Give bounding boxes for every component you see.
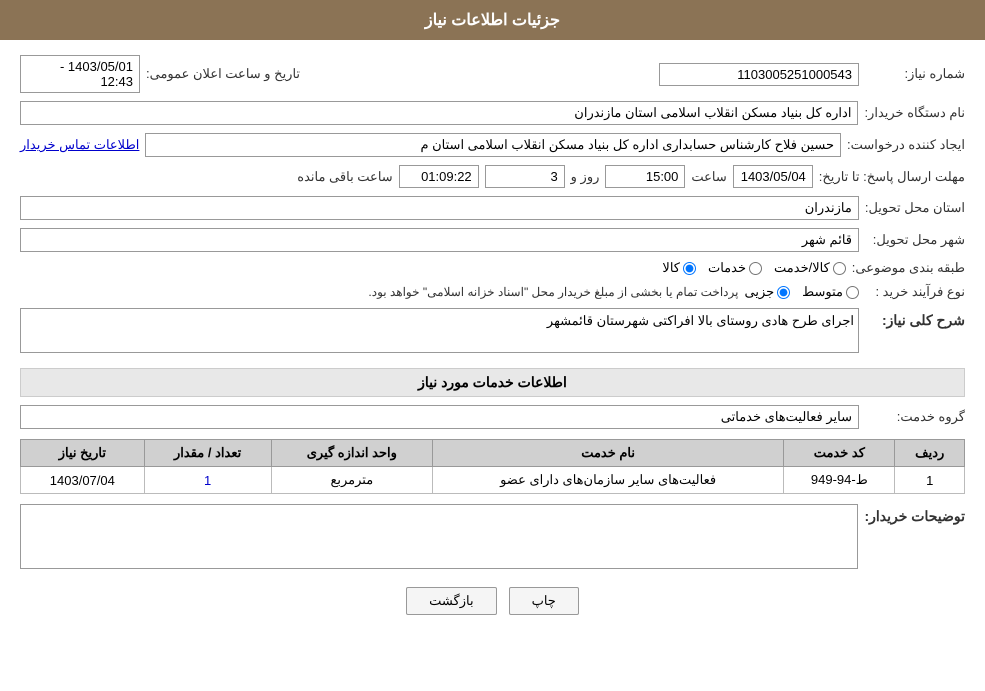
mohlat-rooz-value: 3 bbox=[485, 165, 565, 188]
mohlat-saat-value: 15:00 bbox=[605, 165, 685, 188]
col-kod: کد خدمت bbox=[784, 440, 895, 467]
radio-motevaset-input[interactable] bbox=[846, 286, 859, 299]
radio-motevaset[interactable]: متوسط bbox=[802, 284, 859, 300]
mohlat-saat-label: ساعت bbox=[691, 169, 726, 185]
nam-dastgah-label: نام دستگاه خریدار: bbox=[864, 105, 965, 121]
ostan-value: مازندران bbox=[20, 196, 859, 220]
radio-kala-label: کالا bbox=[662, 260, 680, 276]
row-mohlat: مهلت ارسال پاسخ: تا تاریخ: 1403/05/04 سا… bbox=[20, 165, 965, 188]
mohlat-baqi-label: ساعت باقی مانده bbox=[297, 169, 392, 185]
col-tedad: تعداد / مقدار bbox=[144, 440, 271, 467]
radio-kala-khadamat[interactable]: کالا/خدمت bbox=[774, 260, 846, 276]
grouh-khadamat-value: سایر فعالیت‌های خدماتی bbox=[20, 405, 859, 429]
mohlat-baqi-value: 01:09:22 bbox=[399, 165, 479, 188]
mohlat-rooz-label: روز و bbox=[571, 169, 600, 185]
ostan-label: استان محل تحویل: bbox=[865, 200, 965, 216]
tabaqe-label: طبقه بندی موضوعی: bbox=[852, 260, 965, 276]
nooe-farayand-note: پرداخت تمام یا بخشی از مبلغ خریدار محل "… bbox=[368, 285, 738, 299]
mohlat-date-value: 1403/05/04 bbox=[733, 165, 813, 188]
tarikh-value: 1403/05/01 - 12:43 bbox=[20, 55, 140, 93]
row-grouh-khadamat: گروه خدمت: سایر فعالیت‌های خدماتی bbox=[20, 405, 965, 429]
cell-vahed: مترمربع bbox=[271, 467, 433, 494]
col-tarikh: تاریخ نیاز bbox=[21, 440, 145, 467]
ijad-konande-link[interactable]: اطلاعات تماس خریدار bbox=[20, 137, 139, 153]
radio-jozii[interactable]: جزیی bbox=[744, 284, 790, 300]
row-tabaqe: طبقه بندی موضوعی: کالا/خدمت خدمات کالا bbox=[20, 260, 965, 276]
col-nam: نام خدمت bbox=[433, 440, 784, 467]
row-nam-dastgah: نام دستگاه خریدار: اداره کل بنیاد مسکن ا… bbox=[20, 101, 965, 125]
radio-kala-khadamat-label: کالا/خدمت bbox=[774, 260, 830, 276]
cell-nam: فعالیت‌های سایر سازمان‌های دارای عضو bbox=[433, 467, 784, 494]
radio-khadamat-input[interactable] bbox=[749, 262, 762, 275]
row-sharh: شرح کلی نیاز: document.querySelector('[d… bbox=[20, 308, 965, 356]
services-table-section: ردیف کد خدمت نام خدمت واحد اندازه گیری ت… bbox=[20, 439, 965, 494]
radio-khadamat-label: خدمات bbox=[708, 260, 746, 276]
radio-jozii-label: جزیی bbox=[744, 284, 774, 300]
row-nooe-farayand: نوع فرآیند خرید : متوسط جزیی پرداخت تمام… bbox=[20, 284, 965, 300]
table-row: 1 ط-94-949 فعالیت‌های سایر سازمان‌های دا… bbox=[21, 467, 965, 494]
sharh-textarea[interactable] bbox=[20, 308, 859, 353]
cell-kod: ط-94-949 bbox=[784, 467, 895, 494]
shomare-niaz-value: 1103005251000543 bbox=[659, 63, 859, 86]
col-vahed: واحد اندازه گیری bbox=[271, 440, 433, 467]
bazgasht-button[interactable]: بازگشت bbox=[406, 587, 496, 615]
row-tozihat: توضیحات خریدار: bbox=[20, 504, 965, 572]
cell-tarikh: 1403/07/04 bbox=[21, 467, 145, 494]
page-title: جزئیات اطلاعات نیاز bbox=[425, 12, 560, 29]
content-area: شماره نیاز: 1103005251000543 تاریخ و ساع… bbox=[0, 40, 985, 645]
shahr-value: قائم شهر bbox=[20, 228, 859, 252]
services-table: ردیف کد خدمت نام خدمت واحد اندازه گیری ت… bbox=[20, 439, 965, 494]
row-ijad-konande: ایجاد کننده درخواست: حسین فلاح کارشناس ح… bbox=[20, 133, 965, 157]
khadamat-section-title: اطلاعات خدمات مورد نیاز bbox=[20, 368, 965, 397]
mohlat-label: مهلت ارسال پاسخ: تا تاریخ: bbox=[819, 169, 965, 185]
row-ostan: استان محل تحویل: مازندران bbox=[20, 196, 965, 220]
radio-jozii-input[interactable] bbox=[777, 286, 790, 299]
cell-radif: 1 bbox=[895, 467, 965, 494]
chap-button[interactable]: چاپ bbox=[509, 587, 579, 615]
shomare-niaz-label: شماره نیاز: bbox=[865, 66, 965, 82]
tarikh-label: تاریخ و ساعت اعلان عمومی: bbox=[146, 66, 300, 82]
tozihat-textarea[interactable] bbox=[20, 504, 858, 569]
page-header: جزئیات اطلاعات نیاز bbox=[0, 0, 985, 40]
radio-kala-input[interactable] bbox=[683, 262, 696, 275]
ijad-konande-value: حسین فلاح کارشناس حسابداری اداره کل بنیا… bbox=[145, 133, 841, 157]
grouh-khadamat-label: گروه خدمت: bbox=[865, 409, 965, 425]
page-wrapper: جزئیات اطلاعات نیاز شماره نیاز: 11030052… bbox=[0, 0, 985, 691]
radio-kala-khadamat-input[interactable] bbox=[833, 262, 846, 275]
tabaqe-radio-group: کالا/خدمت خدمات کالا bbox=[662, 260, 845, 276]
ijad-konande-label: ایجاد کننده درخواست: bbox=[847, 137, 965, 153]
button-row: چاپ بازگشت bbox=[20, 587, 965, 630]
nooe-farayand-label: نوع فرآیند خرید : bbox=[865, 284, 965, 300]
cell-tedad: 1 bbox=[144, 467, 271, 494]
radio-motevaset-label: متوسط bbox=[802, 284, 843, 300]
shahr-label: شهر محل تحویل: bbox=[865, 232, 965, 248]
nam-dastgah-value: اداره کل بنیاد مسکن انقلاب اسلامی استان … bbox=[20, 101, 858, 125]
tozihat-label: توضیحات خریدار: bbox=[864, 504, 965, 525]
row-shahr: شهر محل تحویل: قائم شهر bbox=[20, 228, 965, 252]
radio-kala[interactable]: کالا bbox=[662, 260, 696, 276]
farayand-radio-group: متوسط جزیی bbox=[744, 284, 859, 300]
row-shomare-tarikh: شماره نیاز: 1103005251000543 تاریخ و ساع… bbox=[20, 55, 965, 93]
radio-khadamat[interactable]: خدمات bbox=[708, 260, 762, 276]
sharh-label: شرح کلی نیاز: bbox=[865, 308, 965, 329]
col-radif: ردیف bbox=[895, 440, 965, 467]
